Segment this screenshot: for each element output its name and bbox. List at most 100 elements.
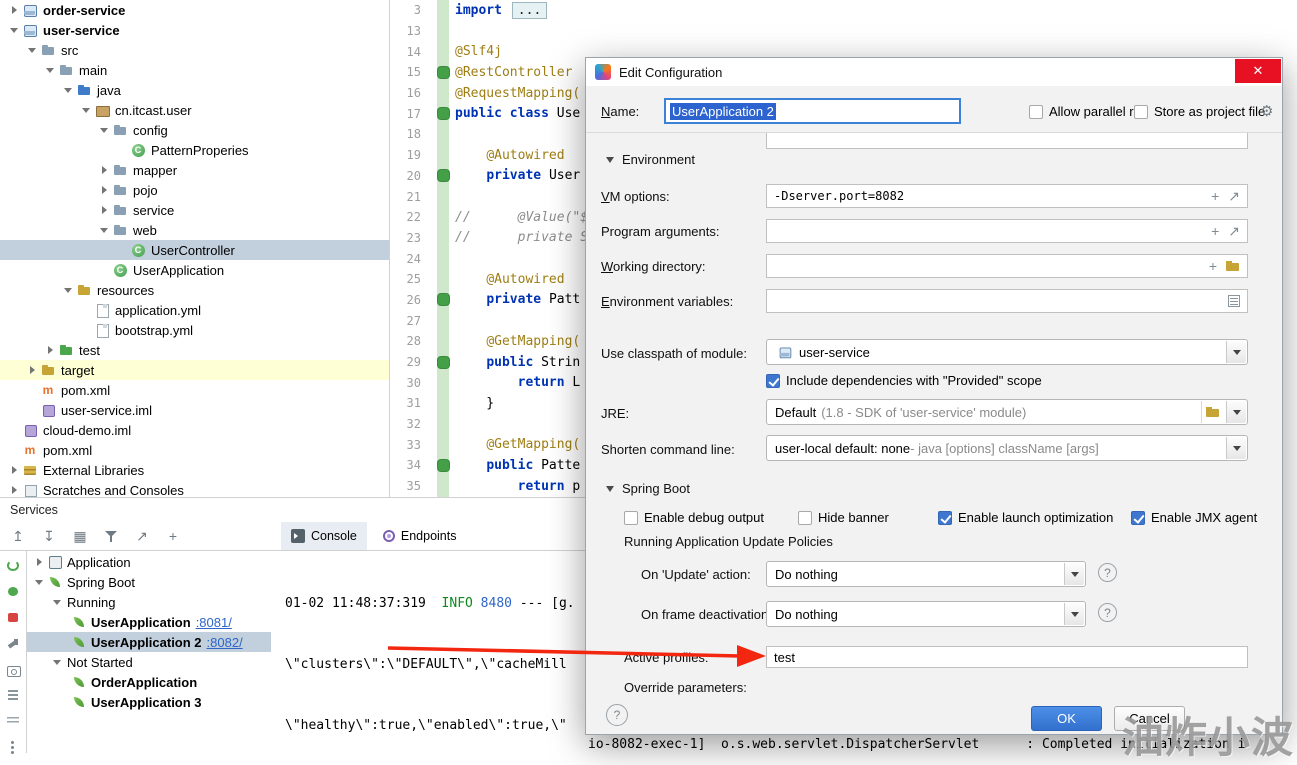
dropdown-arrow-icon[interactable] (1064, 563, 1084, 585)
services-group-running[interactable]: Running (27, 592, 271, 612)
chevron-down-icon[interactable] (62, 84, 74, 96)
enable-launch-optimization-checkbox[interactable] (938, 510, 952, 525)
insert-macro-plus-icon[interactable]: + (1211, 223, 1219, 239)
chevron-down-icon[interactable] (98, 124, 110, 136)
expand-all-icon[interactable]: ↧ (41, 528, 57, 544)
section-collapse-icon[interactable] (606, 156, 614, 163)
run-icon[interactable] (6, 585, 20, 598)
allow-parallel-run-option[interactable]: Allow parallel run (1029, 104, 1148, 119)
stop-icon[interactable] (6, 611, 20, 624)
code-line[interactable]: 3 import ... (391, 0, 1297, 21)
name-input[interactable]: UserApplication 2 (664, 98, 961, 124)
help-icon[interactable]: ? (1098, 603, 1117, 622)
tree-item-patternproperies[interactable]: C PatternProperies (0, 140, 389, 160)
section-collapse-icon[interactable] (606, 485, 614, 492)
enable-debug-output-checkbox[interactable] (624, 510, 638, 525)
services-item-orderapplication[interactable]: OrderApplication (27, 672, 271, 692)
chevron-down-icon[interactable] (44, 64, 56, 76)
spring-boot-section-header[interactable]: Spring Boot (606, 481, 690, 496)
chevron-right-icon[interactable] (8, 484, 20, 496)
dialog-titlebar[interactable]: Edit Configuration ✕ (586, 58, 1282, 86)
enable-debug-output-option[interactable]: Enable debug output (624, 510, 764, 525)
spring-bean-gutter-icon[interactable] (438, 294, 449, 306)
dialog-help-button[interactable]: ? (606, 704, 628, 726)
tree-item-application-yml[interactable]: application.yml (0, 300, 389, 320)
tree-item-pom-xml[interactable]: m pom.xml (0, 380, 389, 400)
help-icon[interactable]: ? (1098, 563, 1117, 582)
tree-item-scratches[interactable]: Scratches and Consoles (0, 480, 389, 497)
services-item-userapplication3[interactable]: UserApplication 3 (27, 692, 271, 712)
services-group-not-started[interactable]: Not Started (27, 652, 271, 672)
provided-scope-checkbox[interactable] (766, 373, 780, 388)
chevron-down-icon[interactable] (33, 576, 45, 588)
dropdown-arrow-icon[interactable] (1226, 401, 1246, 423)
collapse-all-icon[interactable]: ↥ (10, 528, 26, 544)
rerun-icon[interactable] (6, 559, 20, 572)
expand-field-icon[interactable]: ↗ (1228, 188, 1240, 205)
spring-bean-gutter-icon[interactable] (438, 170, 449, 182)
browse-folder-icon[interactable] (1226, 260, 1240, 272)
environment-section-header[interactable]: Environment (606, 152, 695, 167)
tree-item-src[interactable]: src (0, 40, 389, 60)
store-as-project-file-option[interactable]: Store as project file (1134, 104, 1265, 119)
tree-item-web[interactable]: web (0, 220, 389, 240)
chevron-right-icon[interactable] (26, 364, 38, 376)
folded-region[interactable]: ... (511, 1, 548, 19)
run-class-gutter-icon[interactable] (438, 108, 449, 120)
enable-jmx-agent-option[interactable]: Enable JMX agent (1131, 510, 1257, 525)
jre-select[interactable]: Default (1.8 - SDK of 'user-service' mod… (766, 399, 1248, 425)
tree-item-user-service-iml[interactable]: user-service.iml (0, 400, 389, 420)
filter-icon[interactable] (103, 528, 119, 544)
chevron-right-icon[interactable] (8, 464, 20, 476)
services-item-userapplication-8081[interactable]: UserApplication:8081/ (27, 612, 271, 632)
chevron-right-icon[interactable] (98, 184, 110, 196)
active-profiles-field[interactable]: test (766, 646, 1248, 668)
dropdown-arrow-icon[interactable] (1226, 341, 1246, 363)
expand-field-icon[interactable]: ↗ (1228, 223, 1240, 240)
spring-bean-gutter-icon[interactable] (438, 356, 449, 368)
allow-parallel-run-checkbox[interactable] (1029, 104, 1043, 119)
spring-bean-gutter-icon[interactable] (438, 66, 449, 78)
chevron-down-icon[interactable] (51, 656, 63, 668)
on-update-action-select[interactable]: Do nothing (766, 561, 1086, 587)
app-port-link[interactable]: :8082/ (207, 635, 243, 650)
chevron-down-icon[interactable] (98, 224, 110, 236)
chevron-down-icon[interactable] (8, 24, 20, 36)
chevron-down-icon[interactable] (51, 596, 63, 608)
thread-dump-icon[interactable] (6, 663, 21, 677)
shorten-command-line-select[interactable]: user-local default: none - java [options… (766, 435, 1248, 461)
group-by-icon[interactable]: ▦ (72, 528, 88, 544)
dropdown-arrow-icon[interactable] (1226, 437, 1246, 459)
tree-item-config[interactable]: config (0, 120, 389, 140)
insert-macro-plus-icon[interactable]: + (1209, 258, 1217, 274)
ok-button[interactable]: OK (1031, 706, 1102, 731)
environment-variables-field[interactable] (766, 289, 1248, 313)
tree-item-bootstrap-yml[interactable]: bootstrap.yml (0, 320, 389, 340)
enable-launch-optimization-option[interactable]: Enable launch optimization (938, 510, 1113, 525)
tree-item-usercontroller[interactable]: C UserController (0, 240, 389, 260)
tree-item-main[interactable]: main (0, 60, 389, 80)
spring-bean-gutter-icon[interactable] (438, 459, 449, 471)
chevron-down-icon[interactable] (62, 284, 74, 296)
browse-variables-icon[interactable] (1228, 295, 1240, 307)
provided-scope-option[interactable]: Include dependencies with "Provided" sco… (766, 373, 1042, 388)
store-settings-gear-icon[interactable]: ⚙ (1260, 102, 1273, 120)
chevron-down-icon[interactable] (26, 44, 38, 56)
classpath-select[interactable]: user-service (766, 339, 1248, 365)
chevron-right-icon[interactable] (44, 344, 56, 356)
chevron-right-icon[interactable] (98, 204, 110, 216)
tree-item-cloud-demo-iml[interactable]: cloud-demo.iml (0, 420, 389, 440)
build-icon[interactable] (6, 637, 20, 650)
more-options-icon[interactable] (6, 740, 20, 753)
tree-item-service[interactable]: service (0, 200, 389, 220)
browse-jre-button[interactable] (1201, 401, 1223, 423)
program-arguments-field[interactable]: + ↗ (766, 219, 1248, 243)
tab-endpoints[interactable]: Endpoints (373, 522, 467, 550)
scroll-to-source-icon[interactable]: ↗ (134, 528, 150, 544)
soft-wrap-icon[interactable] (6, 714, 20, 727)
services-item-userapplication2-8082[interactable]: UserApplication 2:8082/ (27, 632, 271, 652)
tree-item-user-service[interactable]: user-service (0, 20, 389, 40)
services-item-spring-boot[interactable]: Spring Boot (27, 572, 271, 592)
hide-banner-option[interactable]: Hide banner (798, 510, 889, 525)
tree-item-resources[interactable]: resources (0, 280, 389, 300)
